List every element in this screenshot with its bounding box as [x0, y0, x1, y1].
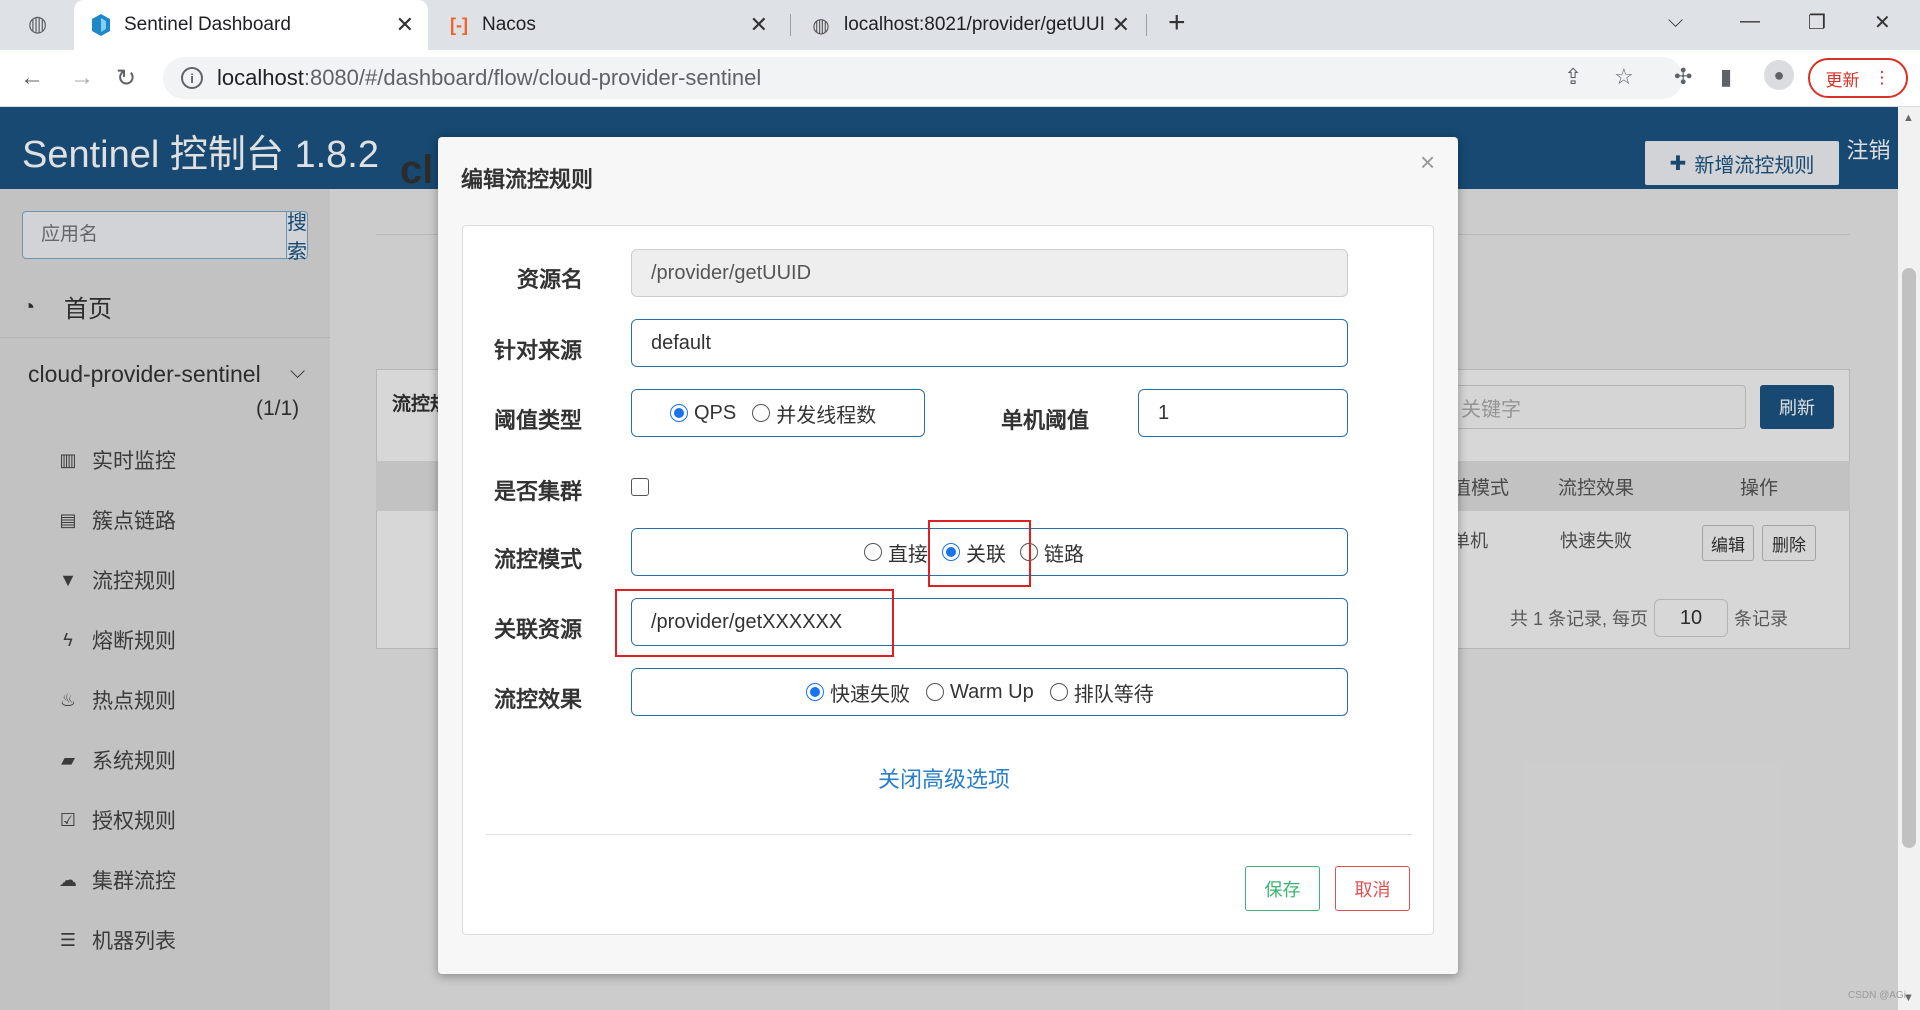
resource-label: 资源名	[517, 267, 584, 292]
tab-sentinel-dashboard[interactable]: Sentinel Dashboard ✕	[74, 0, 428, 50]
radio-direct[interactable]: 直接	[864, 538, 928, 567]
window-close-icon[interactable]: ✕	[1874, 10, 1891, 35]
highlight-box-related	[928, 520, 1031, 587]
close-icon[interactable]: ✕	[1112, 12, 1130, 38]
more-menu-icon: ⋮	[1873, 68, 1891, 87]
threshold-type-radio-group: QPS 并发线程数	[631, 389, 925, 437]
origin-label: 针对来源	[494, 338, 583, 363]
radio-fast-fail[interactable]: 快速失败	[806, 678, 910, 707]
threshold-field[interactable]: 1	[1138, 389, 1348, 437]
minimize-icon[interactable]: —	[1740, 10, 1760, 33]
origin-field[interactable]: default	[631, 319, 1348, 367]
new-tab-button[interactable]: +	[1168, 6, 1186, 40]
url-path: :8080/#/dashboard/flow/cloud-provider-se…	[303, 65, 762, 90]
radio-qps[interactable]: QPS	[670, 402, 736, 425]
threshold-label: 单机阈值	[1001, 408, 1090, 433]
modal-divider	[486, 834, 1412, 835]
side-panel-icon[interactable]: ▮	[1720, 64, 1732, 90]
threshold-type-label: 阈值类型	[494, 408, 583, 433]
watermark: CSDN @AGi~	[1848, 990, 1912, 1001]
info-icon[interactable]: i	[181, 67, 203, 89]
browser-tab-bar: ◍ Sentinel Dashboard ✕ [-] Nacos ✕ ◍ loc…	[0, 0, 1920, 50]
highlight-box-ref-resource	[615, 589, 894, 657]
tab-title: localhost:8021/provider/getUUID	[844, 14, 1104, 35]
cluster-checkbox[interactable]	[631, 478, 649, 496]
radio-label: 排队等待	[1073, 683, 1154, 706]
radio-label: 快速失败	[830, 683, 910, 706]
tab-separator	[1146, 14, 1147, 36]
cancel-button[interactable]: 取消	[1335, 866, 1410, 911]
back-arrow-icon[interactable]: ←	[20, 64, 44, 92]
radio-label: Warm Up	[950, 680, 1034, 703]
radio-label: 直接	[888, 543, 928, 566]
star-icon[interactable]: ☆	[1614, 64, 1634, 90]
close-icon[interactable]: ✕	[750, 12, 768, 38]
profile-avatar-icon[interactable]: ●	[1764, 60, 1794, 90]
tab-title: Sentinel Dashboard	[124, 14, 291, 35]
radio-warm-up[interactable]: Warm Up	[926, 681, 1034, 704]
resource-field: /provider/getUUID	[631, 249, 1348, 297]
radio-dot	[1049, 683, 1068, 701]
toggle-advanced-link[interactable]: 关闭高级选项	[878, 762, 1010, 794]
cluster-label: 是否集群	[494, 479, 583, 504]
tab-nacos[interactable]: [-] Nacos ✕	[432, 0, 782, 50]
extensions-icon[interactable]: ✣	[1674, 64, 1692, 90]
update-button[interactable]: 更新 ⋮	[1808, 58, 1908, 98]
radio-dot	[926, 683, 944, 701]
tab-title: Nacos	[482, 14, 536, 35]
modal-close-icon[interactable]: ×	[1420, 147, 1435, 178]
radio-label: 链路	[1044, 543, 1084, 566]
forward-arrow-icon[interactable]: →	[70, 64, 94, 92]
mode-label: 流控模式	[494, 547, 583, 572]
ref-resource-label: 关联资源	[494, 617, 583, 642]
close-icon[interactable]: ✕	[396, 12, 414, 38]
save-button[interactable]: 保存	[1245, 866, 1320, 911]
tab-localhost-8021[interactable]: ◍ localhost:8021/provider/getUUID ✕	[794, 0, 1144, 50]
url-input[interactable]: i localhost:8080/#/dashboard/flow/cloud-…	[163, 57, 1683, 99]
radio-label: 并发线程数	[776, 404, 877, 427]
restore-icon[interactable]: ❐	[1808, 10, 1826, 35]
update-label: 更新	[1825, 70, 1860, 90]
radio-dot	[864, 543, 882, 561]
effect-radio-group: 快速失败 Warm Up 排队等待	[631, 668, 1348, 716]
url-host: localhost	[217, 65, 304, 90]
radio-dot-checked	[670, 404, 688, 422]
modal-title: 编辑流控规则	[461, 167, 594, 192]
tab-search-chevron-icon[interactable]: ⌵	[1668, 10, 1683, 33]
radio-queue[interactable]: 排队等待	[1049, 678, 1154, 707]
globe-icon[interactable]: ◍	[28, 11, 47, 37]
tab-separator	[790, 14, 791, 36]
nacos-logo-icon: [-]	[450, 14, 468, 35]
effect-label: 流控效果	[494, 687, 583, 712]
sentinel-logo-icon	[90, 14, 112, 36]
radio-dot	[752, 404, 771, 422]
scrollbar-thumb[interactable]	[1902, 268, 1916, 848]
globe-icon: ◍	[812, 14, 830, 37]
scroll-up-icon[interactable]: ▲	[1903, 112, 1914, 124]
radio-threads[interactable]: 并发线程数	[752, 399, 876, 428]
radio-dot-checked	[806, 683, 824, 701]
share-icon[interactable]: ⇪	[1564, 64, 1582, 90]
address-bar: ← → ↻ i localhost:8080/#/dashboard/flow/…	[0, 50, 1920, 107]
reload-icon[interactable]: ↻	[116, 64, 136, 93]
radio-label: QPS	[694, 401, 737, 424]
